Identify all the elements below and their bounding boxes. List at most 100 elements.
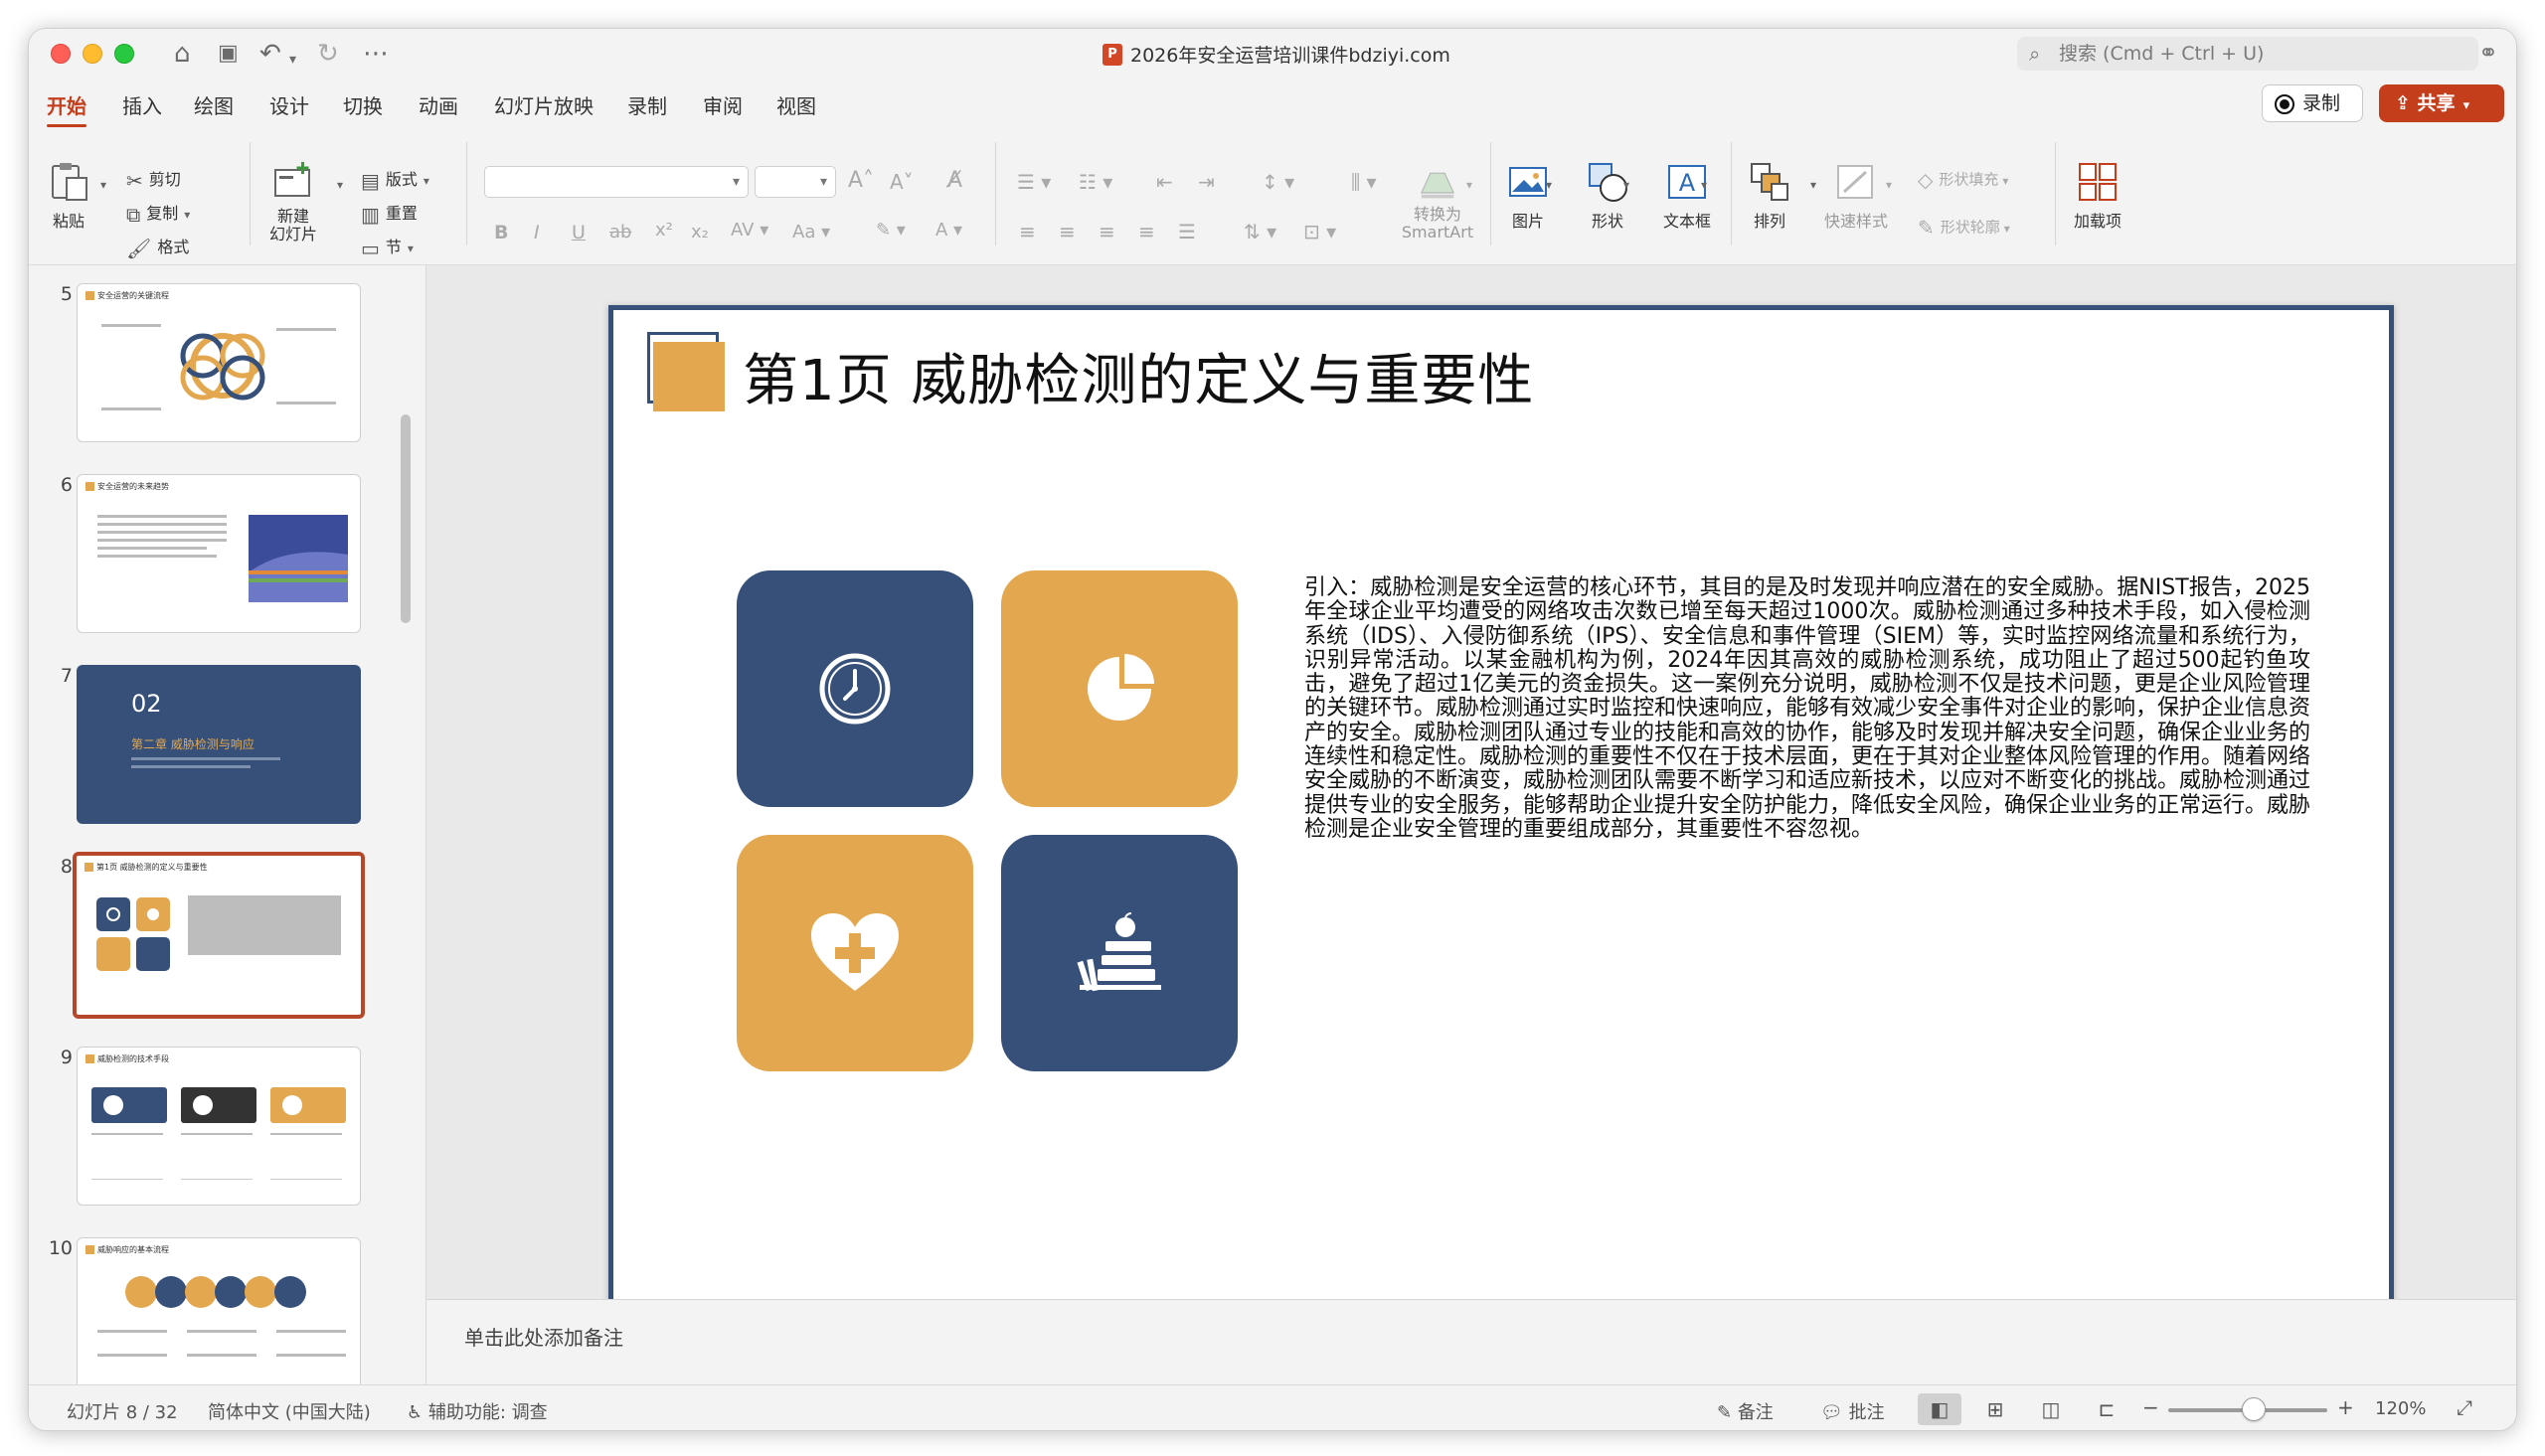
align-text-icon[interactable]: ⊡ ▾	[1303, 220, 1336, 243]
shape-outline-button[interactable]: ✎ 形状轮廓 ▾	[1918, 216, 2010, 240]
minimize-window-button[interactable]	[83, 44, 102, 64]
record-button[interactable]: 录制	[2262, 84, 2363, 122]
reading-view-button[interactable]: ◫	[2029, 1393, 2073, 1425]
strikethrough-icon[interactable]: ab	[609, 222, 631, 243]
numbering-icon[interactable]: ☷ ▾	[1079, 170, 1112, 194]
tab-insert[interactable]: 插入	[122, 90, 162, 119]
format-painter-button[interactable]: 🖌 格式	[126, 234, 189, 260]
tab-transitions[interactable]: 切换	[343, 90, 383, 119]
arrange-button[interactable]: 排列	[1739, 160, 1800, 232]
subscript-icon[interactable]: x₂	[691, 222, 709, 243]
zoom-in-button[interactable]: +	[2337, 1395, 2354, 1419]
paste-button[interactable]: 粘贴	[41, 160, 96, 232]
section-button[interactable]: ▭ 节 ▾	[361, 234, 414, 260]
clock-tile[interactable]	[737, 570, 973, 807]
presenter-view-button[interactable]: ⊏	[2085, 1393, 2128, 1425]
increase-font-size-icon[interactable]: A˄	[848, 168, 874, 193]
maximize-window-button[interactable]	[114, 44, 134, 64]
paste-dropdown-icon[interactable]: ▾	[100, 178, 106, 192]
language-indicator[interactable]: 简体中文 (中国大陆)	[208, 1398, 371, 1424]
bullets-icon[interactable]: ☰ ▾	[1017, 170, 1051, 194]
addins-button[interactable]: 加载项	[2063, 160, 2132, 232]
shape-dropdown-icon[interactable]: ▾	[1623, 178, 1629, 192]
zoom-slider-handle[interactable]	[2242, 1397, 2266, 1421]
new-slide-button[interactable]: 新建 幻灯片	[254, 160, 333, 243]
slide-title[interactable]: 第1页 威胁检测的定义与重要性	[743, 336, 1534, 416]
highlight-icon[interactable]: ✎ ▾	[876, 220, 906, 241]
underline-icon[interactable]: U	[572, 222, 586, 243]
shape-fill-button[interactable]: ◇ 形状填充 ▾	[1918, 168, 2008, 192]
decrease-font-size-icon[interactable]: A˅	[890, 170, 914, 194]
tab-animations[interactable]: 动画	[419, 90, 458, 119]
new-slide-dropdown-icon[interactable]: ▾	[337, 178, 343, 192]
superscript-icon[interactable]: x²	[655, 220, 673, 241]
more-icon[interactable]: ⋯	[363, 39, 389, 69]
zoom-level[interactable]: 120%	[2375, 1398, 2426, 1419]
change-case-icon[interactable]: Aa ▾	[792, 222, 830, 243]
tab-view[interactable]: 视图	[776, 90, 816, 119]
distributed-icon[interactable]: ☰	[1178, 220, 1196, 243]
align-left-icon[interactable]: ≡	[1019, 220, 1036, 243]
slide-thumbnail-7[interactable]: 02 第二章 威胁检测与响应	[77, 665, 361, 824]
slide-thumbnail-6[interactable]: 安全运营的未来趋势	[77, 474, 361, 633]
zoom-out-button[interactable]: −	[2142, 1395, 2159, 1419]
redo-icon[interactable]: ↻	[317, 39, 339, 69]
line-spacing-icon[interactable]: ↕ ▾	[1262, 170, 1294, 194]
tab-slideshow[interactable]: 幻灯片放映	[494, 90, 594, 119]
picture-button[interactable]: 图片	[1488, 160, 1568, 232]
comments-button[interactable]: 💬︎ 批注	[1820, 1398, 1885, 1424]
tab-review[interactable]: 审阅	[703, 90, 743, 119]
align-right-icon[interactable]: ≡	[1099, 220, 1115, 243]
layout-button[interactable]: ▤ 版式 ▾	[361, 166, 429, 193]
books-tile[interactable]	[1001, 835, 1238, 1071]
text-direction-icon[interactable]: ⇅ ▾	[1244, 220, 1276, 243]
fit-to-window-icon[interactable]: ⤢	[2457, 1395, 2472, 1419]
decrease-indent-icon[interactable]: ⇤	[1156, 170, 1173, 194]
quick-styles-button[interactable]: 快速样式	[1816, 160, 1896, 232]
clear-formatting-icon[interactable]: A̸	[947, 168, 962, 193]
character-spacing-icon[interactable]: AV ▾	[731, 220, 768, 241]
textbox-button[interactable]: A 文本框	[1647, 160, 1727, 232]
bold-icon[interactable]: B	[494, 222, 508, 243]
accessibility-button[interactable]: ♿︎ 辅助功能: 调查	[407, 1398, 548, 1424]
search-input[interactable]: ⌕ 搜索 (Cmd + Ctrl + U)	[2017, 37, 2478, 71]
current-slide[interactable]: 第1页 威胁检测的定义与重要性 引入：威胁检测是安全运营的核心环节，其目的是及时…	[608, 305, 2394, 1309]
slide-thumbnail-9[interactable]: 威胁检测的技术手段	[77, 1047, 361, 1206]
quick-styles-dropdown-icon[interactable]: ▾	[1886, 178, 1892, 192]
tab-record[interactable]: 录制	[627, 90, 667, 119]
textbox-dropdown-icon[interactable]: ▾	[1701, 178, 1707, 192]
close-window-button[interactable]	[51, 44, 71, 64]
undo-dropdown-icon[interactable]: ▾	[289, 45, 296, 75]
slide-body-text[interactable]: 引入：威胁检测是安全运营的核心环节，其目的是及时发现并响应潜在的安全威胁。据NI…	[1304, 575, 2310, 842]
tab-home[interactable]: 开始	[47, 90, 86, 127]
font-family-select[interactable]: ▾	[484, 166, 749, 198]
picture-dropdown-icon[interactable]: ▾	[1546, 178, 1552, 192]
home-icon[interactable]: ⌂	[174, 39, 191, 69]
increase-indent-icon[interactable]: ⇥	[1198, 170, 1215, 194]
tab-draw[interactable]: 绘图	[194, 90, 234, 119]
font-color-icon[interactable]: A ▾	[935, 220, 962, 241]
align-center-icon[interactable]: ≡	[1059, 220, 1076, 243]
notes-toggle-button[interactable]: ✎ 备注	[1717, 1398, 1774, 1424]
copy-button[interactable]: ⧉ 复制 ▾	[126, 200, 190, 227]
undo-icon[interactable]: ↶	[259, 39, 281, 69]
columns-icon[interactable]: ⫼ ▾	[1351, 170, 1377, 194]
reset-button[interactable]: ▥ 重置	[361, 200, 418, 227]
slide-thumbnail-5[interactable]: 安全运营的关键流程	[77, 283, 361, 442]
tab-design[interactable]: 设计	[269, 90, 309, 119]
slide-sorter-button[interactable]: ⊞	[1973, 1393, 2017, 1425]
save-icon[interactable]: ▣	[218, 39, 239, 69]
account-icon[interactable]: ⚭	[2478, 39, 2498, 67]
slide-thumbnail-8[interactable]: 第1页 威胁检测的定义与重要性	[73, 852, 365, 1019]
slide-thumbnail-10[interactable]: 威胁响应的基本流程	[77, 1237, 361, 1384]
justify-icon[interactable]: ≡	[1138, 220, 1155, 243]
normal-view-button[interactable]: ◧	[1918, 1393, 1961, 1425]
shape-button[interactable]: 形状	[1568, 160, 1647, 232]
cut-button[interactable]: ✂ 剪切	[126, 166, 181, 193]
heart-tile[interactable]	[737, 835, 973, 1071]
notes-pane[interactable]: 单击此处添加备注	[426, 1299, 2516, 1384]
font-size-select[interactable]: ▾	[755, 166, 836, 198]
thumbnail-scrollbar[interactable]	[401, 414, 411, 623]
pie-chart-tile[interactable]	[1001, 570, 1238, 807]
italic-icon[interactable]: I	[534, 222, 540, 243]
